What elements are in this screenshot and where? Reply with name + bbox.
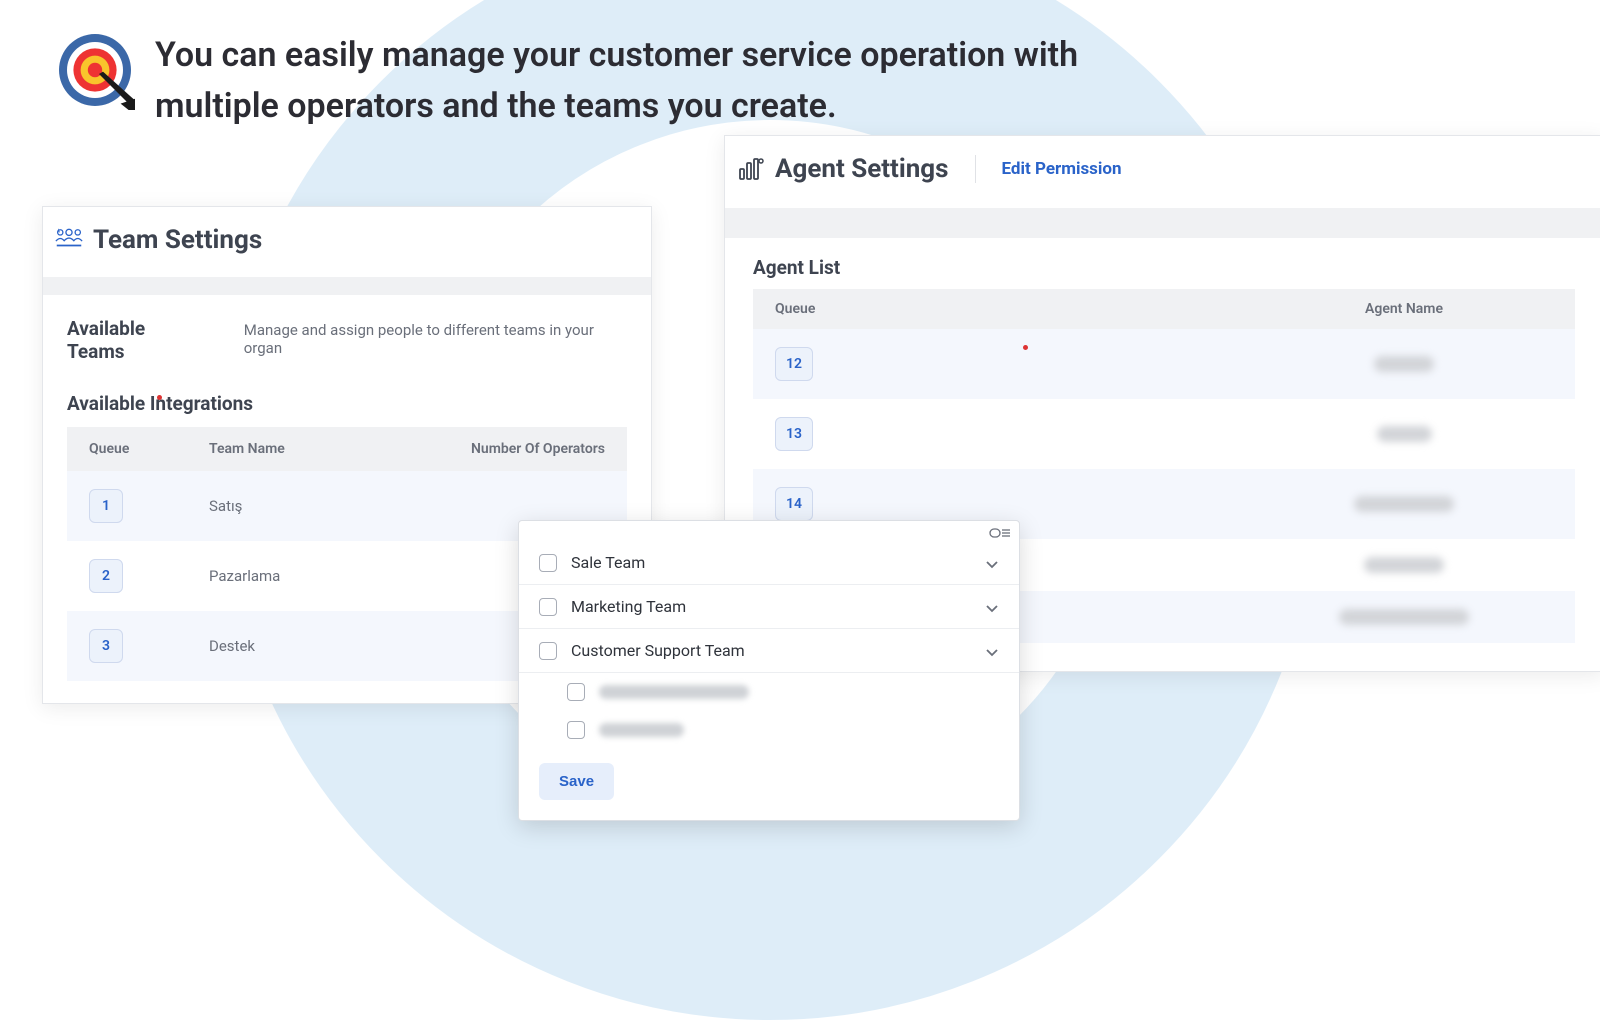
- team-picker-dropdown: Sale Team Marketing Team Customer Suppor…: [518, 520, 1020, 821]
- header-text: You can easily manage your customer serv…: [155, 30, 1205, 132]
- save-button[interactable]: Save: [539, 763, 614, 800]
- dropdown-subitem[interactable]: [519, 673, 1019, 711]
- agent-name-cell: [1377, 426, 1432, 442]
- table-row[interactable]: 13: [753, 399, 1575, 469]
- agent-name-cell: [1364, 557, 1444, 573]
- table-row[interactable]: 12: [753, 329, 1575, 399]
- queue-badge: 3: [89, 629, 123, 663]
- team-name-cell: Destek: [209, 637, 445, 655]
- edit-permission-link[interactable]: Edit Permission: [1002, 159, 1122, 179]
- toggle-view-icon[interactable]: [989, 525, 1011, 539]
- checkbox[interactable]: [539, 598, 557, 616]
- col-agent-name: Agent Name: [1075, 301, 1553, 317]
- team-name-cell: Satış: [209, 497, 445, 515]
- dropdown-item-sale-team[interactable]: Sale Team: [519, 541, 1019, 585]
- divider: [975, 155, 976, 183]
- agent-settings-title: Agent Settings: [775, 154, 949, 184]
- checkbox[interactable]: [539, 642, 557, 660]
- queue-badge: 13: [775, 417, 813, 451]
- queue-badge: 14: [775, 487, 813, 521]
- divider: [43, 277, 651, 295]
- agent-table-header: Queue Agent Name: [753, 289, 1575, 329]
- available-teams-desc: Manage and assign people to different te…: [244, 321, 627, 357]
- checkbox[interactable]: [567, 721, 585, 739]
- col-operators: Number Of Operators: [445, 441, 605, 457]
- subitem-label: [599, 685, 749, 699]
- available-integrations-title: Available Integrations: [67, 392, 627, 415]
- notification-dot: [157, 395, 162, 400]
- dropdown-subitem[interactable]: [519, 711, 1019, 749]
- col-team-name: Team Name: [209, 441, 289, 457]
- notification-dot: [1023, 345, 1028, 350]
- agent-name-cell: [1374, 356, 1434, 372]
- chevron-down-icon[interactable]: [985, 600, 999, 614]
- chevron-down-icon[interactable]: [985, 556, 999, 570]
- queue-badge: 1: [89, 489, 123, 523]
- agent-name-cell: [1339, 609, 1469, 625]
- team-icon: [55, 228, 83, 252]
- dropdown-item-label: Marketing Team: [571, 597, 971, 616]
- col-queue: Queue: [89, 441, 209, 457]
- team-settings-title-row: Team Settings: [43, 207, 651, 277]
- checkbox[interactable]: [539, 554, 557, 572]
- chevron-down-icon[interactable]: [985, 644, 999, 658]
- agent-list-title: Agent List: [753, 256, 1575, 279]
- bars-icon: [737, 155, 765, 183]
- team-table-header: Queue Team Name Number Of Operators: [67, 427, 627, 471]
- dropdown-item-customer-support-team[interactable]: Customer Support Team: [519, 629, 1019, 673]
- subitem-label: [599, 723, 684, 737]
- queue-badge: 12: [775, 347, 813, 381]
- dropdown-item-marketing-team[interactable]: Marketing Team: [519, 585, 1019, 629]
- team-name-cell: Pazarlama: [209, 567, 445, 585]
- dropdown-item-label: Customer Support Team: [571, 641, 971, 660]
- page-header: You can easily manage your customer serv…: [55, 30, 1205, 132]
- available-teams-label: Available Teams: [67, 317, 204, 363]
- col-queue: Queue: [775, 301, 1075, 317]
- target-icon: [55, 30, 135, 110]
- team-settings-title: Team Settings: [93, 225, 262, 255]
- agent-settings-title-row: Agent Settings Edit Permission: [725, 136, 1600, 208]
- checkbox[interactable]: [567, 683, 585, 701]
- divider: [725, 208, 1600, 238]
- agent-name-cell: [1354, 496, 1454, 512]
- dropdown-item-label: Sale Team: [571, 553, 971, 572]
- queue-badge: 2: [89, 559, 123, 593]
